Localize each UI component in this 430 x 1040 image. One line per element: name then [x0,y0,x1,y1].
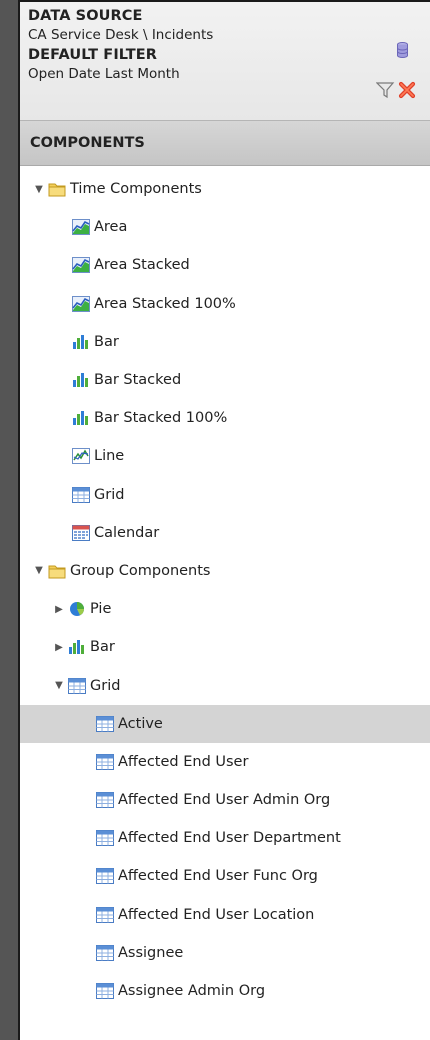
window-frame: DATA SOURCE CA Service Desk \ Incidents … [0,0,430,1040]
components-header: COMPONENTS [20,120,430,166]
grid-icon [68,678,86,694]
tree-item-label: Affected End User Location [118,906,315,923]
tree-item-bar[interactable]: Bar [20,323,430,361]
grid-icon [96,907,114,923]
tree-item-label: Assignee [118,944,184,961]
info-section: DATA SOURCE CA Service Desk \ Incidents … [20,2,430,120]
tree-item-label: Area Stacked [94,257,190,274]
grid-icon [96,983,114,999]
tree-item-assignee-admin-org[interactable]: Assignee Admin Org [20,972,430,1010]
bar-chart-icon [68,639,86,655]
area-chart-icon [72,296,90,312]
collapse-arrow-icon[interactable]: ▶ [52,602,66,616]
folder-icon [48,563,66,579]
tree-item-label: Bar [90,639,115,656]
grid-icon [72,487,90,503]
grid-icon [96,830,114,846]
tree-item-active[interactable]: Active [20,704,430,743]
tree-item-bar-stacked-100[interactable]: Bar Stacked 100% [20,399,430,437]
tree-item-label: Grid [90,677,121,694]
components-tree: ▼ Time Components Area Area Stacked Area… [20,166,430,1010]
tree-item-label: Pie [90,601,112,618]
tree-item-label: Bar Stacked 100% [94,410,228,427]
grid-icon [96,868,114,884]
tree-item-label: Area Stacked 100% [94,295,236,312]
tree-item-affected-end-user[interactable]: Affected End User [20,743,430,781]
tree-folder-time-components[interactable]: ▼ Time Components [20,170,430,208]
tree-item-label: Assignee Admin Org [118,983,266,1000]
tree-item-affected-end-user-department[interactable]: Affected End User Department [20,819,430,857]
filter-icon[interactable] [376,81,396,99]
tree-item-label: Affected End User Department [118,830,341,847]
tree-item-affected-end-user-admin-org[interactable]: Affected End User Admin Org [20,781,430,819]
tree-item-group-grid[interactable]: ▼ Grid [20,666,430,704]
tree-item-label: Bar Stacked [94,372,182,389]
data-source-label: DATA SOURCE [28,8,143,24]
calendar-icon [72,525,90,541]
tree-item-line[interactable]: Line [20,437,430,475]
tree-item-label: Active [118,715,163,732]
grid-icon [96,945,114,961]
bar-chart-icon [72,410,90,426]
tree-item-label: Affected End User Func Org [118,868,318,885]
grid-icon [96,716,114,732]
expand-arrow-icon[interactable]: ▼ [32,564,46,578]
tree-folder-label: Group Components [70,562,211,579]
clear-filter-icon[interactable] [398,81,416,99]
tree-item-label: Affected End User [118,753,249,770]
data-source-value: CA Service Desk \ Incidents [28,27,214,43]
tree-item-grid[interactable]: Grid [20,476,430,514]
bar-chart-icon [72,334,90,350]
collapse-arrow-icon[interactable]: ▶ [52,640,66,654]
bar-chart-icon [72,372,90,388]
tree-folder-label: Time Components [70,181,202,198]
default-filter-label: DEFAULT FILTER [28,47,158,63]
grid-icon [96,754,114,770]
tree-item-area-stacked-100[interactable]: Area Stacked 100% [20,285,430,323]
default-filter-value: Open Date Last Month [28,66,180,82]
area-chart-icon [72,219,90,235]
pie-chart-icon [68,601,86,617]
expand-arrow-icon[interactable]: ▼ [32,182,46,196]
expand-arrow-icon[interactable]: ▼ [52,679,66,693]
grid-icon [96,792,114,808]
folder-icon [48,181,66,197]
tree-item-group-bar[interactable]: ▶ Bar [20,628,430,666]
tree-item-affected-end-user-location[interactable]: Affected End User Location [20,896,430,934]
tree-item-pie[interactable]: ▶ Pie [20,590,430,628]
tree-item-label: Affected End User Admin Org [118,792,331,809]
tree-item-area[interactable]: Area [20,208,430,246]
tree-item-label: Calendar [94,524,160,541]
line-chart-icon [72,448,90,464]
tree-item-label: Grid [94,486,125,503]
filter-actions [376,81,416,99]
components-panel: DATA SOURCE CA Service Desk \ Incidents … [18,0,430,1040]
tree-item-calendar[interactable]: Calendar [20,514,430,552]
tree-item-assignee[interactable]: Assignee [20,934,430,972]
tree-item-area-stacked[interactable]: Area Stacked [20,246,430,284]
database-icon[interactable] [397,42,408,58]
tree-item-label: Bar [94,333,119,350]
tree-item-label: Area [94,219,128,236]
tree-item-affected-end-user-func-org[interactable]: Affected End User Func Org [20,857,430,895]
tree-item-bar-stacked[interactable]: Bar Stacked [20,361,430,399]
tree-folder-group-components[interactable]: ▼ Group Components [20,552,430,590]
area-chart-icon [72,257,90,273]
tree-item-label: Line [94,448,125,465]
